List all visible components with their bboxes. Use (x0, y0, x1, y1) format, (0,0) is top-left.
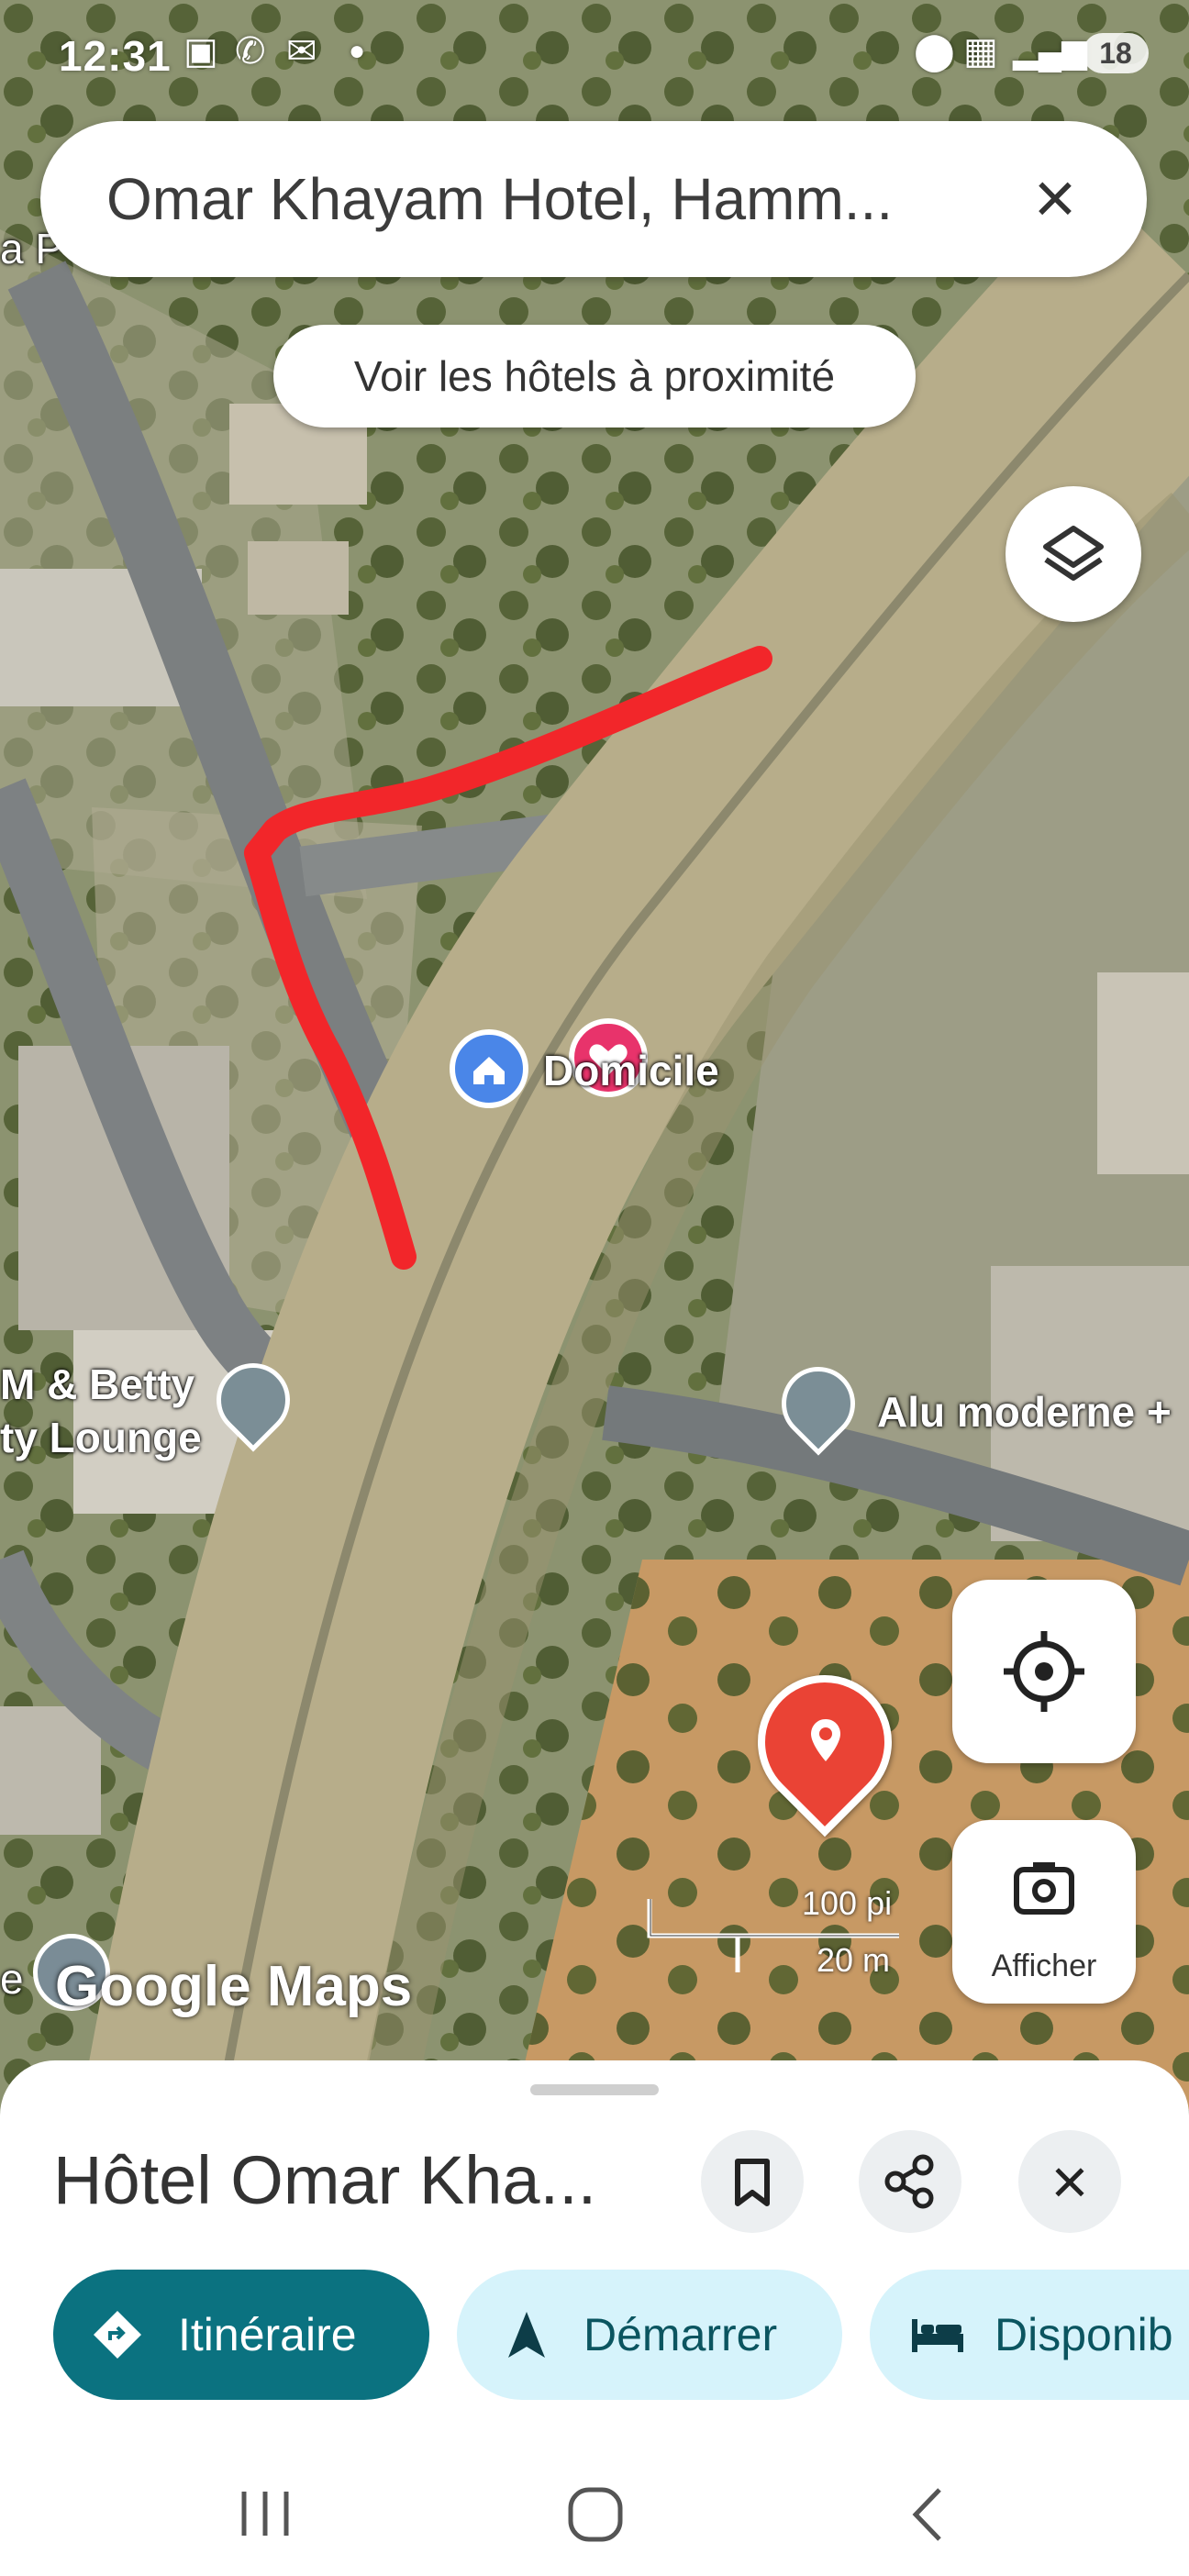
afficher-button[interactable]: Afficher (952, 1820, 1136, 2004)
camera-icon (1014, 1862, 1074, 1915)
location-status-icon: ⬤ (914, 31, 955, 72)
layers-icon (1043, 526, 1104, 581)
share-button[interactable] (859, 2130, 961, 2233)
home-nav-icon[interactable] (563, 2482, 628, 2547)
system-nav-bar (0, 2449, 1189, 2576)
share-icon (884, 2154, 934, 2209)
my-location-button[interactable] (952, 1580, 1136, 1763)
bookmark-icon (735, 2159, 770, 2206)
directions-chip[interactable]: Itinéraire (53, 2270, 429, 2400)
place-label-1b[interactable]: ty Lounge (0, 1413, 202, 1462)
crosshair-icon (1004, 1631, 1084, 1712)
scale-metric: 20 m (817, 1941, 891, 1979)
back-icon[interactable] (905, 2484, 950, 2545)
start-chip[interactable]: Démarrer (457, 2270, 842, 2400)
availability-chip[interactable]: Disponib (870, 2270, 1189, 2400)
home-label[interactable]: Domicile (543, 1046, 719, 1095)
directions-label: Itinéraire (178, 2309, 357, 2360)
bed-icon (912, 2319, 963, 2352)
status-bar: 12:31 ▣ ✆ ✉ ● ⬤ ▦ ▂▄▆ 18 (0, 0, 1189, 110)
start-label: Démarrer (583, 2309, 778, 2360)
home-marker[interactable] (450, 1029, 528, 1108)
screenshot-icon: ▣ (183, 31, 218, 72)
place-label-2[interactable]: Alu moderne + (877, 1387, 1172, 1437)
home-icon (473, 1057, 505, 1084)
recent-apps-icon[interactable] (233, 2486, 297, 2541)
signal-icon: ▂▄▆ (1013, 32, 1087, 70)
place-title: Hôtel Omar Kha... (53, 2142, 597, 2218)
search-query[interactable]: Omar Khayam Hotel, Hamm... (106, 165, 893, 233)
whatsapp-icon: ✆ (235, 31, 266, 72)
sim-icon: ▦ (963, 31, 998, 72)
scale-imperial: 100 pi (802, 1884, 893, 1922)
layers-button[interactable] (1006, 486, 1141, 622)
status-time: 12:31 (59, 32, 172, 80)
mail-icon: ✉ (286, 31, 317, 72)
nearby-hotels-button[interactable]: Voir les hôtels à proximité (273, 325, 916, 427)
navigation-arrow-icon (508, 2312, 545, 2358)
save-button[interactable] (701, 2130, 804, 2233)
battery-indicator: 18 (1083, 33, 1149, 73)
google-maps-logo: Google Maps (55, 1955, 413, 2018)
sheet-drag-handle[interactable] (530, 2084, 659, 2095)
place-label-1a[interactable]: M & Betty (0, 1360, 194, 1409)
satellite-map[interactable]: Domicile M & Betty ty Lounge Alu moderne… (0, 0, 1189, 2110)
dot-icon: ● (349, 36, 366, 66)
availability-label: Disponib (995, 2309, 1173, 2360)
search-bar[interactable]: Omar Khayam Hotel, Hamm... × (40, 121, 1147, 277)
close-icon[interactable]: × (1011, 154, 1099, 242)
map-label-left-bottom: e (0, 1955, 24, 2003)
afficher-label: Afficher (991, 1949, 1097, 1983)
close-sheet-button[interactable]: × (1018, 2130, 1121, 2233)
location-pin-icon (811, 1719, 840, 1761)
directions-icon (94, 2311, 141, 2359)
